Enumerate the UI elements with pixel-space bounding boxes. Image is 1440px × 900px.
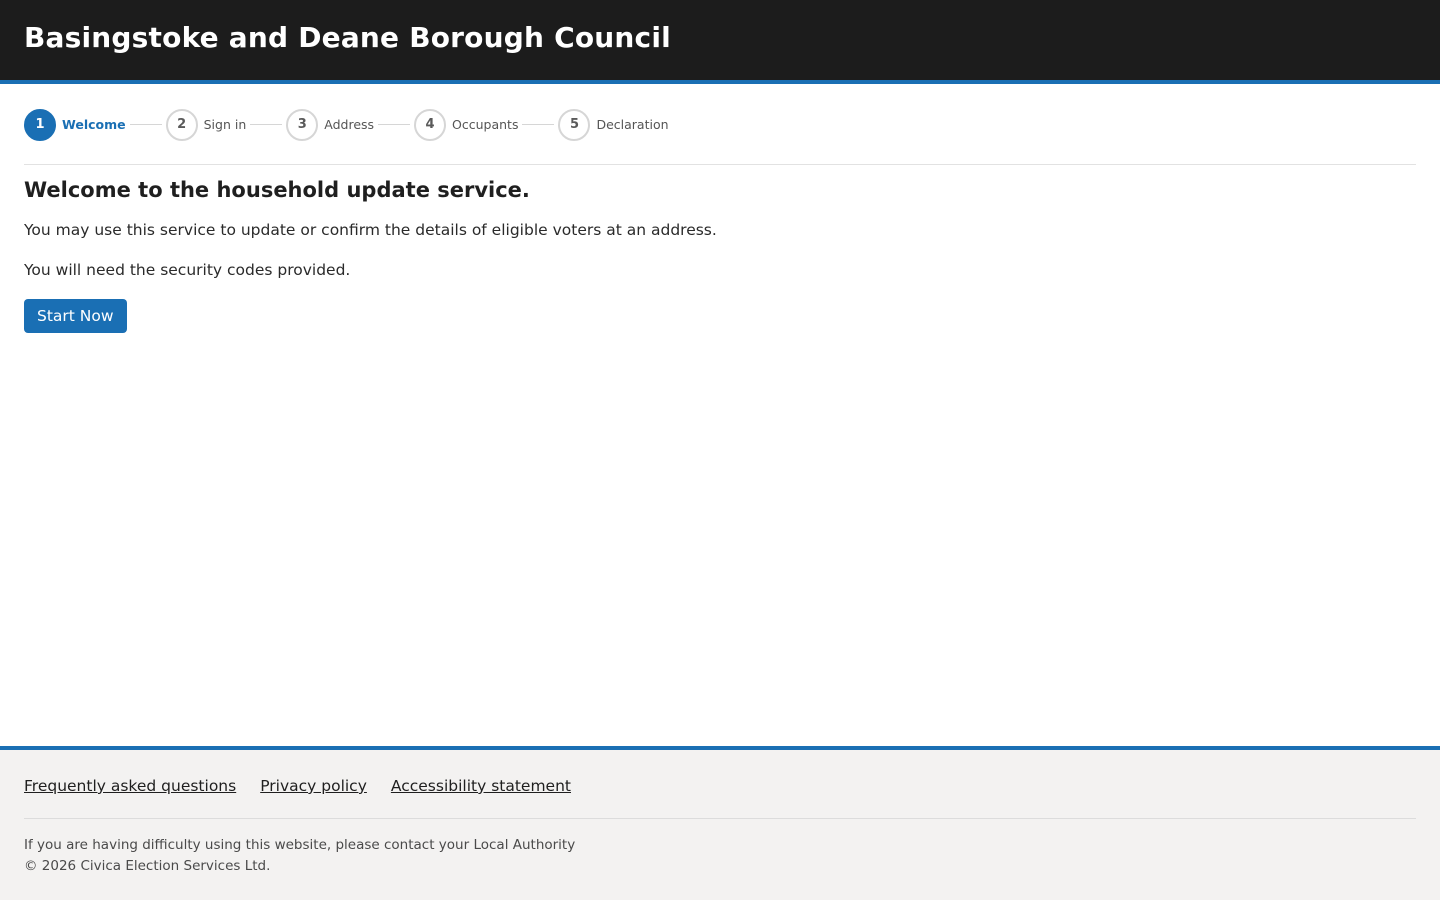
step-number: 4: [414, 108, 447, 141]
step-label: Welcome: [62, 117, 126, 132]
site-footer: Frequently asked questions Privacy polic…: [0, 746, 1440, 900]
step-connector: [378, 124, 411, 125]
page-heading: Welcome to the household update service.: [24, 178, 530, 202]
help-text: If you are having difficulty using this …: [24, 837, 576, 853]
step-label: Declaration: [596, 117, 669, 132]
accessibility-statement-link[interactable]: Accessibility statement: [391, 777, 571, 795]
step-occupants: 4 Occupants: [414, 108, 519, 141]
step-number: 2: [165, 108, 198, 141]
step-number: 5: [558, 108, 591, 141]
faq-link[interactable]: Frequently asked questions: [24, 777, 236, 795]
footer-note: If you are having difficulty using this …: [24, 835, 1416, 877]
step-number: 1: [24, 108, 56, 141]
progress-steps: 1 Welcome 2 Sign in 3 Address 4 Occupant…: [24, 84, 1416, 165]
welcome-section: Welcome to the household update service.…: [24, 178, 1416, 333]
step-sign-in: 2 Sign in: [165, 108, 247, 141]
council-title: Basingstoke and Deane Borough Council: [24, 20, 671, 54]
privacy-policy-link[interactable]: Privacy policy: [260, 777, 367, 795]
step-connector: [250, 124, 283, 125]
site-header: Basingstoke and Deane Borough Council: [0, 0, 1440, 84]
step-label: Address: [324, 117, 375, 132]
security-codes-paragraph: You will need the security codes provide…: [24, 261, 351, 279]
step-number: 3: [286, 108, 319, 141]
step-address: 3 Address: [286, 108, 375, 141]
start-now-button[interactable]: Start Now: [24, 299, 127, 333]
step-label: Occupants: [452, 117, 519, 132]
step-label: Sign in: [203, 117, 247, 132]
main-content: 1 Welcome 2 Sign in 3 Address 4 Occupant…: [0, 84, 1440, 333]
intro-paragraph: You may use this service to update or co…: [24, 221, 717, 239]
step-connector: [522, 124, 555, 125]
copyright-text: © 2026 Civica Election Services Ltd.: [24, 858, 271, 874]
step-connector: [129, 124, 162, 125]
footer-links: Frequently asked questions Privacy polic…: [24, 750, 1416, 819]
step-declaration: 5 Declaration: [558, 108, 669, 141]
step-welcome: 1 Welcome: [24, 108, 126, 141]
